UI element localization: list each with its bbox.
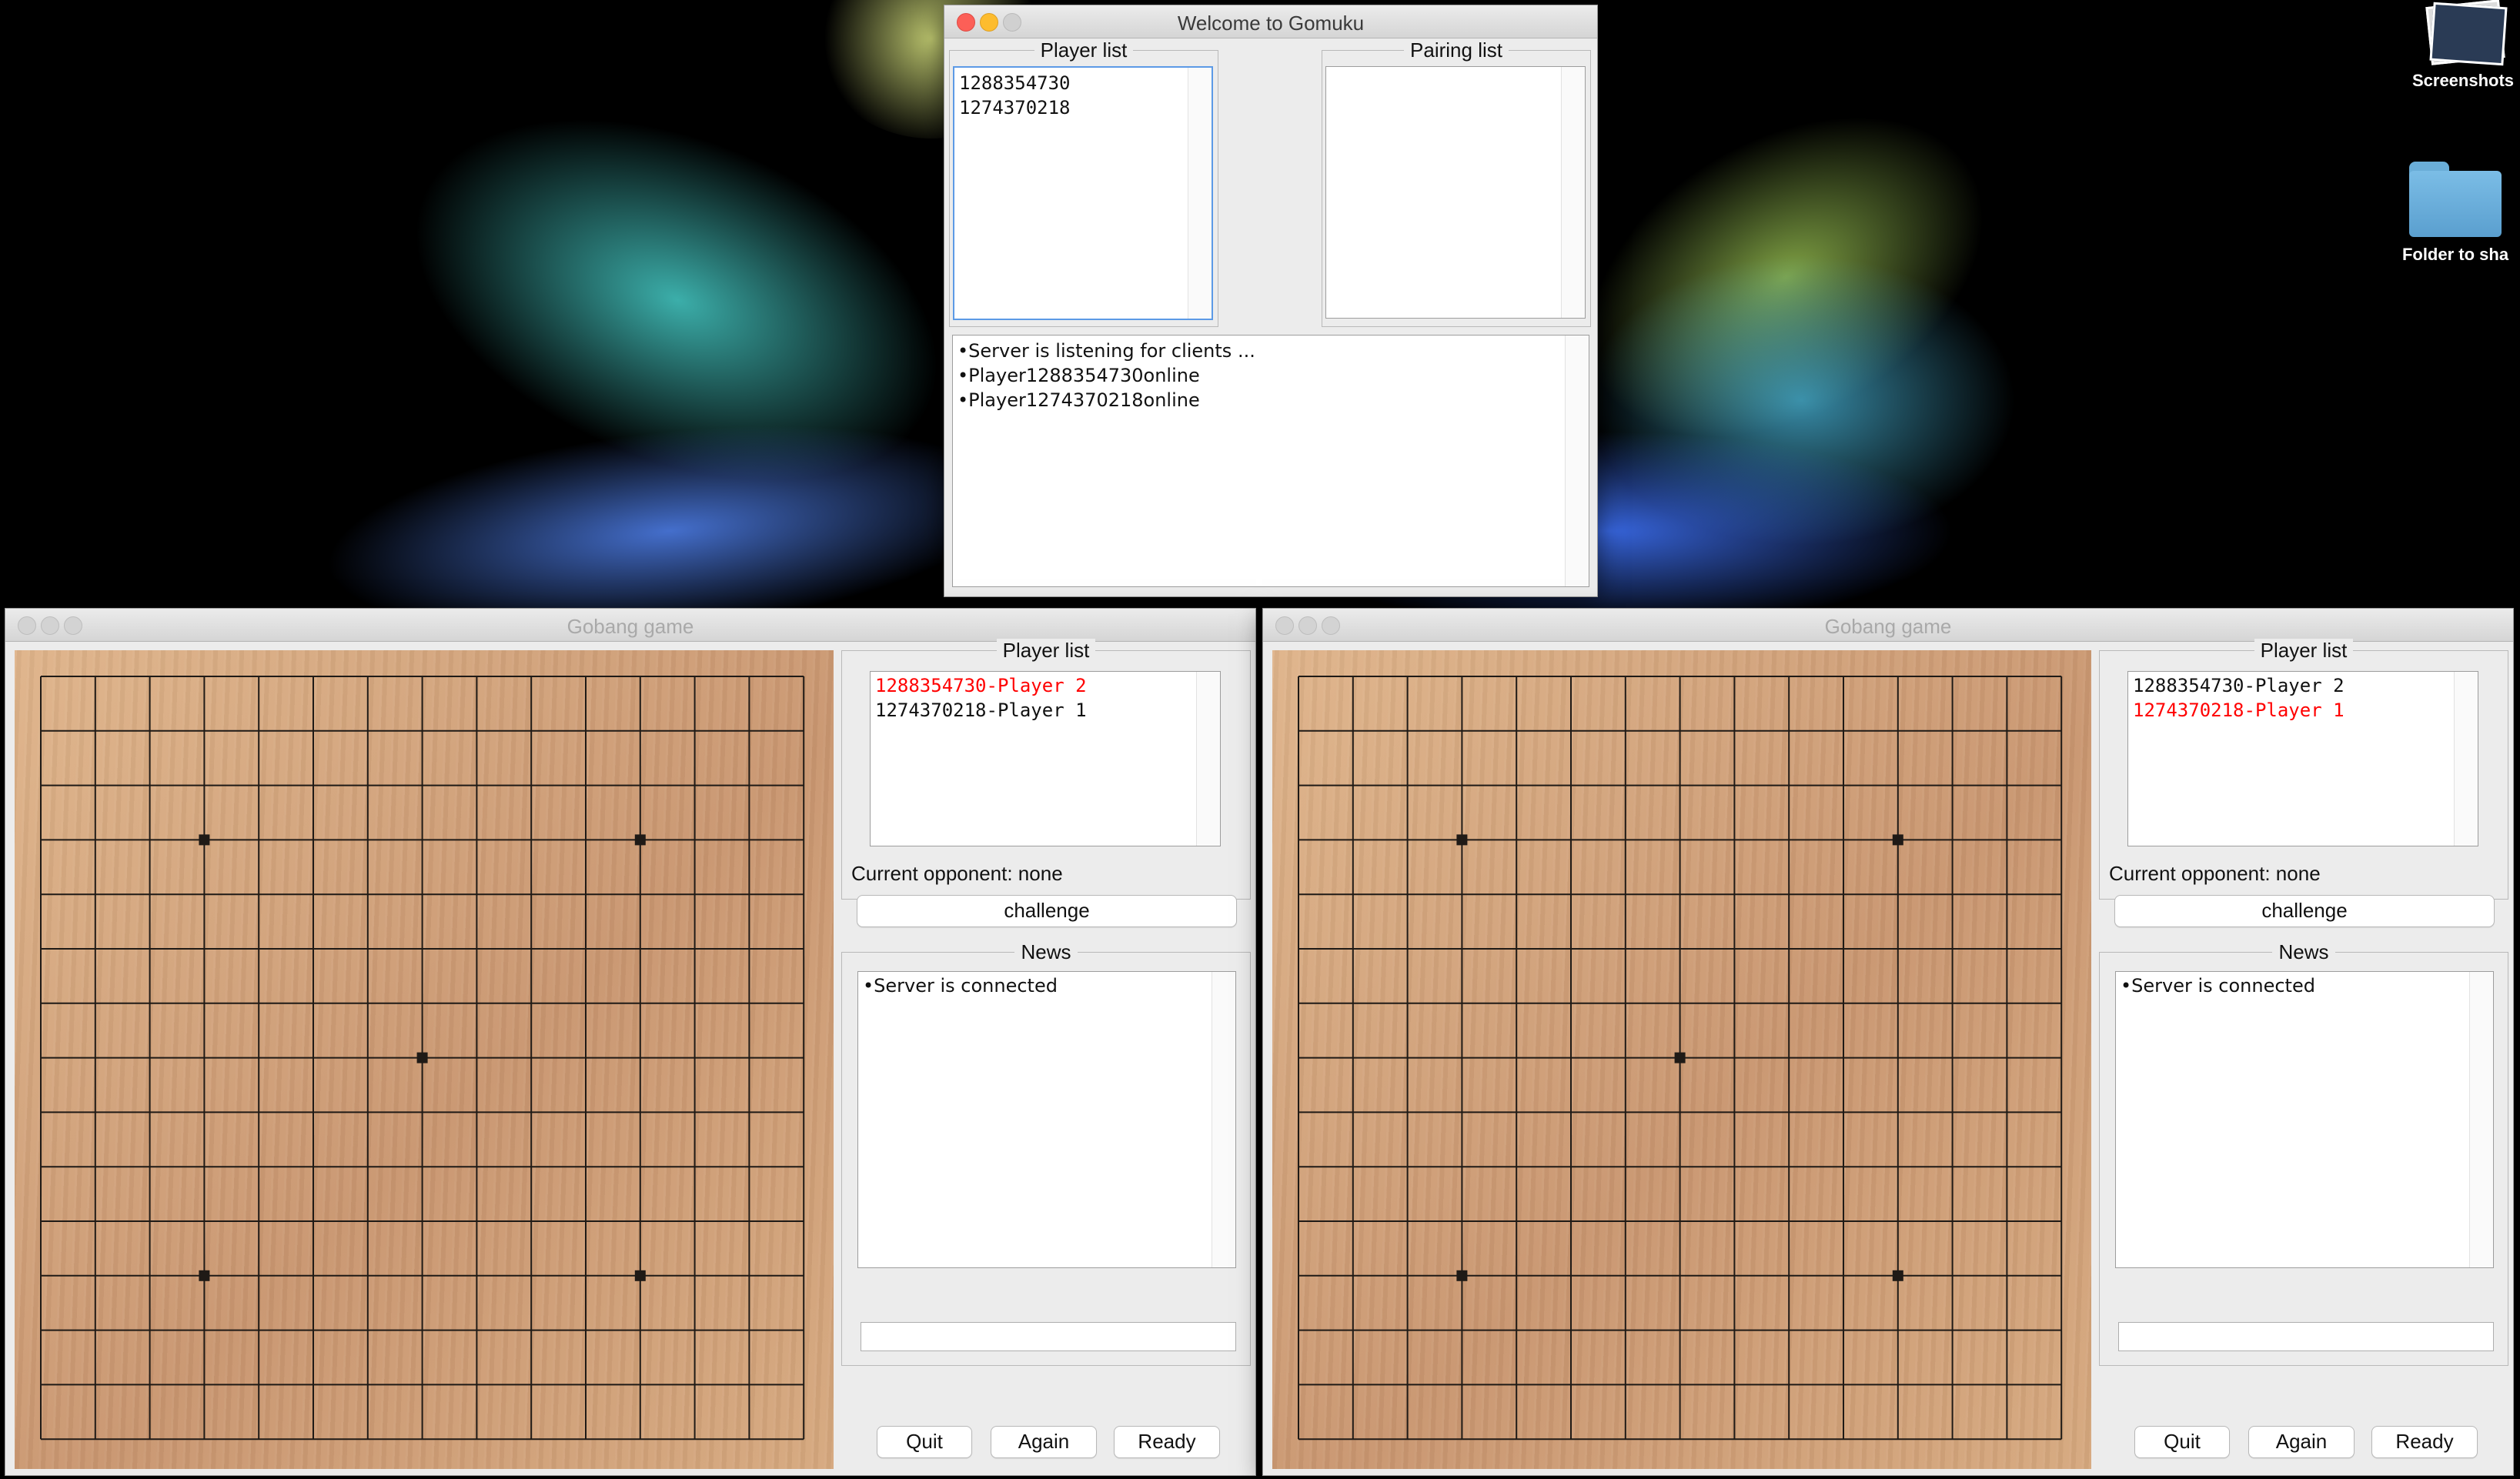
group-title: Player list — [2254, 639, 2354, 662]
gobang-board[interactable] — [1272, 650, 2091, 1469]
current-opponent-label: Current opponent: none — [851, 862, 1063, 885]
group-title: News — [2272, 940, 2335, 963]
star-point — [634, 1270, 646, 1281]
log-line: •Server is listening for clients ... — [958, 340, 1255, 362]
star-point — [1456, 834, 1468, 846]
star-point — [199, 1270, 210, 1281]
news-line: •Server is connected — [2121, 975, 2315, 997]
title-bar[interactable]: Gobang game — [5, 609, 1255, 642]
ready-button[interactable]: Ready — [1114, 1426, 1220, 1458]
scrollbar[interactable] — [1188, 68, 1212, 319]
game-window-2: Gobang game Player list 1288354730-Playe… — [1262, 608, 2514, 1476]
player-list-group: Player list 1288354730-Player 2 12743702… — [841, 639, 1251, 900]
log-line: •Player1274370218online — [958, 389, 1200, 411]
title-bar[interactable]: Welcome to Gomuku — [944, 5, 1597, 38]
news-list[interactable]: •Server is connected — [2115, 971, 2494, 1268]
desktop-icon-screenshots[interactable]: Screenshots — [2386, 0, 2520, 91]
player-list-group: Player list 1288354730 1274370218 — [949, 38, 1218, 327]
title-bar[interactable]: Gobang game — [1263, 609, 2513, 642]
quit-button[interactable]: Quit — [2134, 1426, 2230, 1458]
list-item[interactable]: 1274370218-Player 1 — [871, 698, 1220, 723]
news-list[interactable]: •Server is connected — [857, 971, 1236, 1268]
list-item[interactable]: 1274370218 — [954, 95, 1212, 120]
gobang-board[interactable] — [15, 650, 834, 1469]
player-list[interactable]: 1288354730-Player 2 1274370218-Player 1 — [2127, 671, 2478, 846]
news-group: News •Server is connected — [2099, 940, 2508, 1366]
desktop-icon-label: Screenshots — [2411, 71, 2515, 90]
message-input[interactable] — [861, 1322, 1236, 1351]
screenshots-stack-icon — [2421, 0, 2508, 66]
news-line: •Server is connected — [863, 975, 1058, 997]
star-point — [1456, 1270, 1468, 1281]
desktop-icon-folder[interactable]: Folder to sha — [2378, 162, 2520, 265]
server-log[interactable]: •Server is listening for clients ... •Pl… — [952, 335, 1589, 587]
star-point — [1892, 834, 1903, 846]
star-point — [634, 834, 646, 846]
desktop-icon-label: Folder to sha — [2401, 245, 2509, 264]
list-item-highlighted[interactable]: 1274370218-Player 1 — [2128, 698, 2478, 723]
player-list[interactable]: 1288354730 1274370218 — [953, 66, 1213, 320]
again-button[interactable]: Again — [991, 1426, 1097, 1458]
folder-icon — [2409, 162, 2502, 237]
scrollbar[interactable] — [1561, 67, 1585, 318]
game-window-1: Gobang game Player list 1288354730-Playe… — [5, 608, 1256, 1476]
group-title: News — [1014, 940, 1078, 963]
list-item[interactable]: 1288354730-Player 2 — [2128, 673, 2478, 698]
scrollbar[interactable] — [2454, 672, 2478, 846]
pairing-list-group: Pairing list — [1322, 38, 1591, 327]
group-title: Player list — [1034, 38, 1134, 62]
list-item[interactable]: 1288354730 — [954, 71, 1212, 95]
player-list-group: Player list 1288354730-Player 2 12743702… — [2099, 639, 2508, 900]
star-point — [199, 834, 210, 846]
group-title: Pairing list — [1404, 38, 1509, 62]
board-grid[interactable] — [15, 650, 834, 1469]
challenge-button[interactable]: challenge — [2114, 895, 2495, 927]
pairing-list[interactable] — [1325, 66, 1586, 319]
star-point — [1892, 1270, 1903, 1281]
news-group: News •Server is connected — [841, 940, 1251, 1366]
quit-button[interactable]: Quit — [877, 1426, 972, 1458]
scrollbar[interactable] — [1212, 972, 1235, 1267]
scrollbar[interactable] — [1565, 336, 1589, 586]
ready-button[interactable]: Ready — [2371, 1426, 2478, 1458]
window-title: Welcome to Gomuku — [1177, 12, 1365, 35]
board-grid[interactable] — [1272, 650, 2091, 1469]
star-point — [1674, 1052, 1686, 1063]
window-title: Gobang game — [566, 615, 694, 638]
scrollbar[interactable] — [2469, 972, 2493, 1267]
window-title: Gobang game — [1824, 615, 1952, 638]
player-list[interactable]: 1288354730-Player 2 1274370218-Player 1 — [870, 671, 1221, 846]
group-title: Player list — [996, 639, 1096, 662]
again-button[interactable]: Again — [2248, 1426, 2355, 1458]
message-input[interactable] — [2118, 1322, 2494, 1351]
current-opponent-label: Current opponent: none — [2109, 862, 2321, 885]
star-point — [416, 1052, 428, 1063]
list-item-highlighted[interactable]: 1288354730-Player 2 — [871, 673, 1220, 698]
challenge-button[interactable]: challenge — [857, 895, 1237, 927]
scrollbar[interactable] — [1196, 672, 1220, 846]
log-line: •Player1288354730online — [958, 365, 1200, 386]
server-window: Welcome to Gomuku Player list 1288354730… — [944, 5, 1598, 597]
